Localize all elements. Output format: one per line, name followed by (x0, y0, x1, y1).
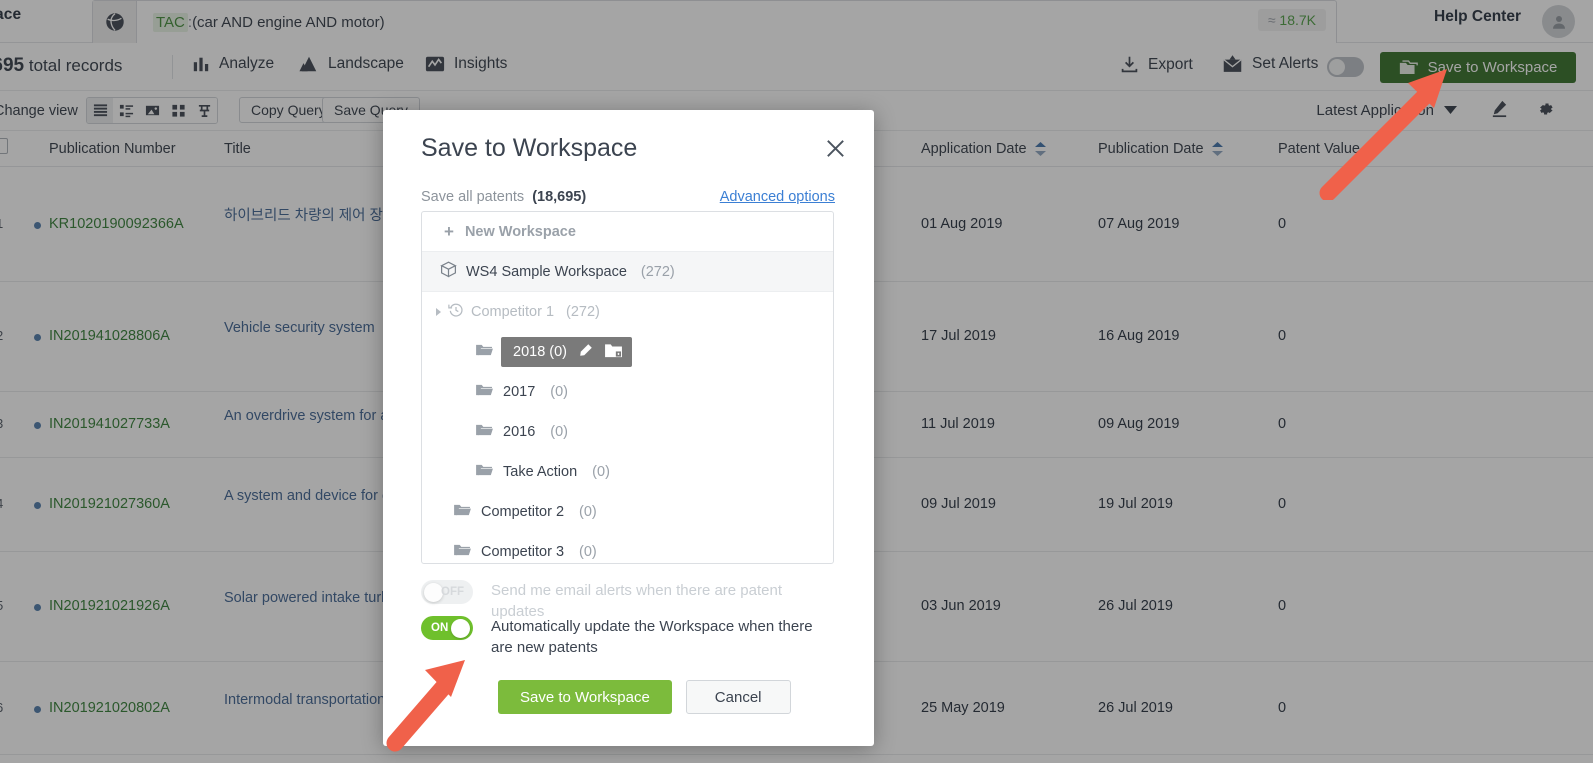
folder-icon (476, 344, 493, 356)
folder-icon (476, 464, 493, 476)
workspace-tree-item[interactable]: Competitor 1 (272) (422, 292, 833, 332)
tree-item-label: 2017 (503, 384, 536, 400)
new-workspace-label: New Workspace (464, 223, 576, 240)
email-alerts-toggle-state: OFF (441, 586, 464, 598)
tree-item-count: (0) (579, 504, 597, 520)
edit-pencil-icon (580, 344, 592, 356)
auto-update-toggle-state: ON (431, 622, 449, 634)
dialog-cancel-button[interactable]: Cancel (685, 680, 791, 714)
tree-item-label: Competitor 1 (471, 304, 555, 320)
auto-update-option[interactable]: ON Automatically update the Workspace wh… (421, 616, 836, 658)
folder-icon (476, 424, 493, 436)
save-to-workspace-dialog: Save to Workspace Save all patents (18,69… (383, 110, 874, 746)
tree-item-label: Take Action (503, 464, 578, 480)
save-all-count: (18,695) (532, 189, 587, 205)
history-icon (448, 303, 463, 317)
tree-item-count: (0) (550, 384, 568, 400)
save-all-patents-label: Save all patents (18,695) (421, 189, 586, 205)
cube-icon (440, 261, 457, 278)
workspace-tree-item[interactable]: Take Action (0) (422, 452, 833, 492)
workspace-tree-item[interactable]: WS4 Sample Workspace (272) (422, 252, 833, 292)
folder-icon (454, 503, 471, 521)
email-alerts-toggle[interactable]: OFF (421, 580, 473, 604)
close-icon[interactable] (822, 135, 848, 161)
save-all-text: Save all patents (421, 189, 525, 205)
workspace-tree-list[interactable]: + New Workspace WS4 Sample Workspace (272… (421, 211, 834, 564)
new-workspace-button[interactable]: + New Workspace (422, 212, 833, 252)
tree-item-count: (0) (579, 544, 597, 560)
workspace-tree-item[interactable]: 2016 (0) (422, 412, 833, 452)
add-folder-icon[interactable] (605, 343, 622, 362)
folder-icon (476, 384, 493, 396)
tree-item-count: (0) (550, 424, 568, 440)
add-folder-icon (605, 343, 622, 357)
auto-update-label: Automatically update the Workspace when … (491, 618, 813, 656)
tree-item-label: Competitor 3 (481, 544, 565, 560)
expand-caret-icon[interactable] (436, 308, 441, 316)
tree-item-count: (272) (640, 263, 675, 280)
tree-item-label: 2018 (0) (513, 344, 568, 360)
tree-item-label: WS4 Sample Workspace (466, 263, 627, 280)
plus-icon: + (444, 222, 454, 241)
tree-item-label: Competitor 2 (481, 504, 565, 520)
folder-icon (476, 343, 493, 361)
folder-icon (476, 463, 493, 481)
app-root: kspace TAC:(car AND engine AND motor) ≈ … (0, 0, 1593, 763)
tree-item-label: 2016 (503, 424, 536, 440)
folder-icon (476, 423, 493, 441)
auto-update-toggle[interactable]: ON (421, 616, 473, 640)
dialog-actions: Save to Workspace Cancel (498, 680, 791, 714)
workspace-tree-item-selected[interactable]: 2018 (0) (422, 332, 833, 372)
cube-icon (440, 261, 457, 282)
advanced-options-link[interactable]: Advanced options (720, 189, 835, 205)
dialog-title: Save to Workspace (421, 134, 638, 162)
edit-pencil-icon[interactable] (579, 343, 593, 361)
workspace-tree-item[interactable]: 2017 (0) (422, 372, 833, 412)
folder-icon (476, 383, 493, 401)
folder-icon (454, 504, 471, 516)
workspace-tree: WS4 Sample Workspace (272) Competitor 1 (27… (422, 252, 833, 563)
selected-item-pill[interactable]: 2018 (0) (501, 337, 633, 367)
tree-item-count: (272) (566, 304, 600, 320)
tree-item-count: (0) (592, 464, 610, 480)
folder-icon (454, 543, 471, 561)
workspace-tree-item[interactable]: Competitor 2 (0) (422, 492, 833, 532)
dialog-save-button[interactable]: Save to Workspace (498, 680, 672, 714)
toggle-knob (451, 618, 470, 638)
folder-icon (454, 544, 471, 556)
history-icon (448, 302, 464, 322)
workspace-tree-item[interactable]: Competitor 3 (0) (422, 532, 833, 563)
